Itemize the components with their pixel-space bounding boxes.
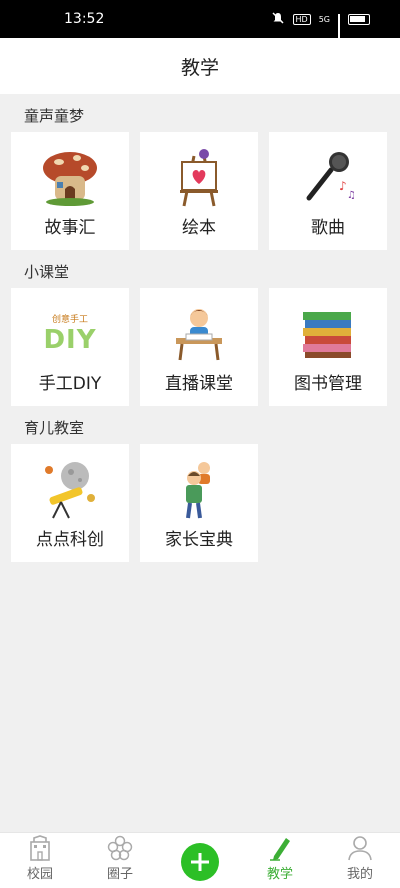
tab-add[interactable] [160, 833, 240, 888]
tile-parenting[interactable]: 家长宝典 [140, 444, 258, 562]
title-bar: 教学 [0, 38, 400, 94]
tile-science[interactable]: 点点科创 [11, 444, 129, 562]
tile-label: 家长宝典 [165, 530, 233, 550]
status-icons: HD 5G [271, 11, 370, 41]
student-desk-icon [168, 302, 230, 364]
microphone-icon: ♪ ♫ [297, 146, 359, 208]
tile-label: 图书管理 [294, 374, 362, 394]
tile-label: 歌曲 [311, 218, 345, 238]
tile-library[interactable]: 图书管理 [269, 288, 387, 406]
tile-label: 绘本 [182, 218, 216, 238]
book-stack-icon [297, 302, 359, 364]
mute-icon [271, 11, 285, 28]
svg-text:♪: ♪ [339, 179, 347, 193]
section-grid: 创意手工 DIY 手工DIY 直播课堂 图书管理 [0, 288, 400, 406]
battery-icon [348, 13, 370, 25]
mushroom-house-icon [39, 146, 101, 208]
tab-campus[interactable]: 校园 [0, 833, 80, 888]
page-title: 教学 [180, 56, 219, 79]
diy-badge: 创意手工 [51, 314, 88, 325]
content: 童声童梦 故事汇 绘本 ♪ ♫ 歌曲 小课堂 创意手工 DIY 手工DIY 直播… [0, 94, 400, 562]
tile-live-class[interactable]: 直播课堂 [140, 288, 258, 406]
bottom-tab-bar: 校园 圈子 教学 我的 [0, 832, 400, 888]
section-grid: 点点科创 家长宝典 [0, 444, 400, 562]
section-title: 育儿教室 [24, 419, 85, 437]
diy-badge-text: DIY [43, 324, 97, 355]
school-building-icon [30, 835, 50, 861]
tab-teaching[interactable]: 教学 [240, 833, 320, 888]
tile-label: 点点科创 [36, 530, 104, 550]
tile-label: 手工DIY [38, 374, 102, 394]
tile-songs[interactable]: ♪ ♫ 歌曲 [269, 132, 387, 250]
tile-label: 直播课堂 [165, 374, 233, 394]
telescope-moon-icon [39, 458, 101, 520]
person-icon [348, 836, 372, 861]
tab-label: 教学 [266, 867, 293, 882]
diy-craft-icon: 创意手工 DIY [39, 302, 101, 364]
signal-icon [338, 13, 340, 41]
status-bar: 13:52 HD 5G [0, 0, 400, 41]
tab-label: 圈子 [106, 867, 133, 882]
tab-label: 我的 [346, 867, 373, 882]
tab-label: 校园 [26, 867, 53, 882]
status-time: 13:52 [64, 11, 105, 27]
tile-diy[interactable]: 创意手工 DIY 手工DIY [11, 288, 129, 406]
svg-text:♫: ♫ [347, 190, 356, 201]
easel-icon [168, 146, 230, 208]
pen-icon [270, 838, 290, 861]
tile-picture-book[interactable]: 绘本 [140, 132, 258, 250]
hd-icon: HD [292, 13, 311, 25]
section-title: 童声童梦 [24, 107, 85, 125]
network-label: 5G [318, 14, 330, 24]
tab-mine[interactable]: 我的 [320, 833, 400, 888]
tab-circle[interactable]: 圈子 [80, 833, 160, 888]
tile-story[interactable]: 故事汇 [11, 132, 129, 250]
tile-label: 故事汇 [44, 218, 96, 238]
section-title: 小课堂 [24, 263, 70, 281]
parent-child-icon [168, 458, 230, 520]
plus-icon[interactable] [181, 842, 219, 881]
flower-icon [107, 835, 133, 861]
section-grid: 故事汇 绘本 ♪ ♫ 歌曲 [0, 132, 400, 250]
